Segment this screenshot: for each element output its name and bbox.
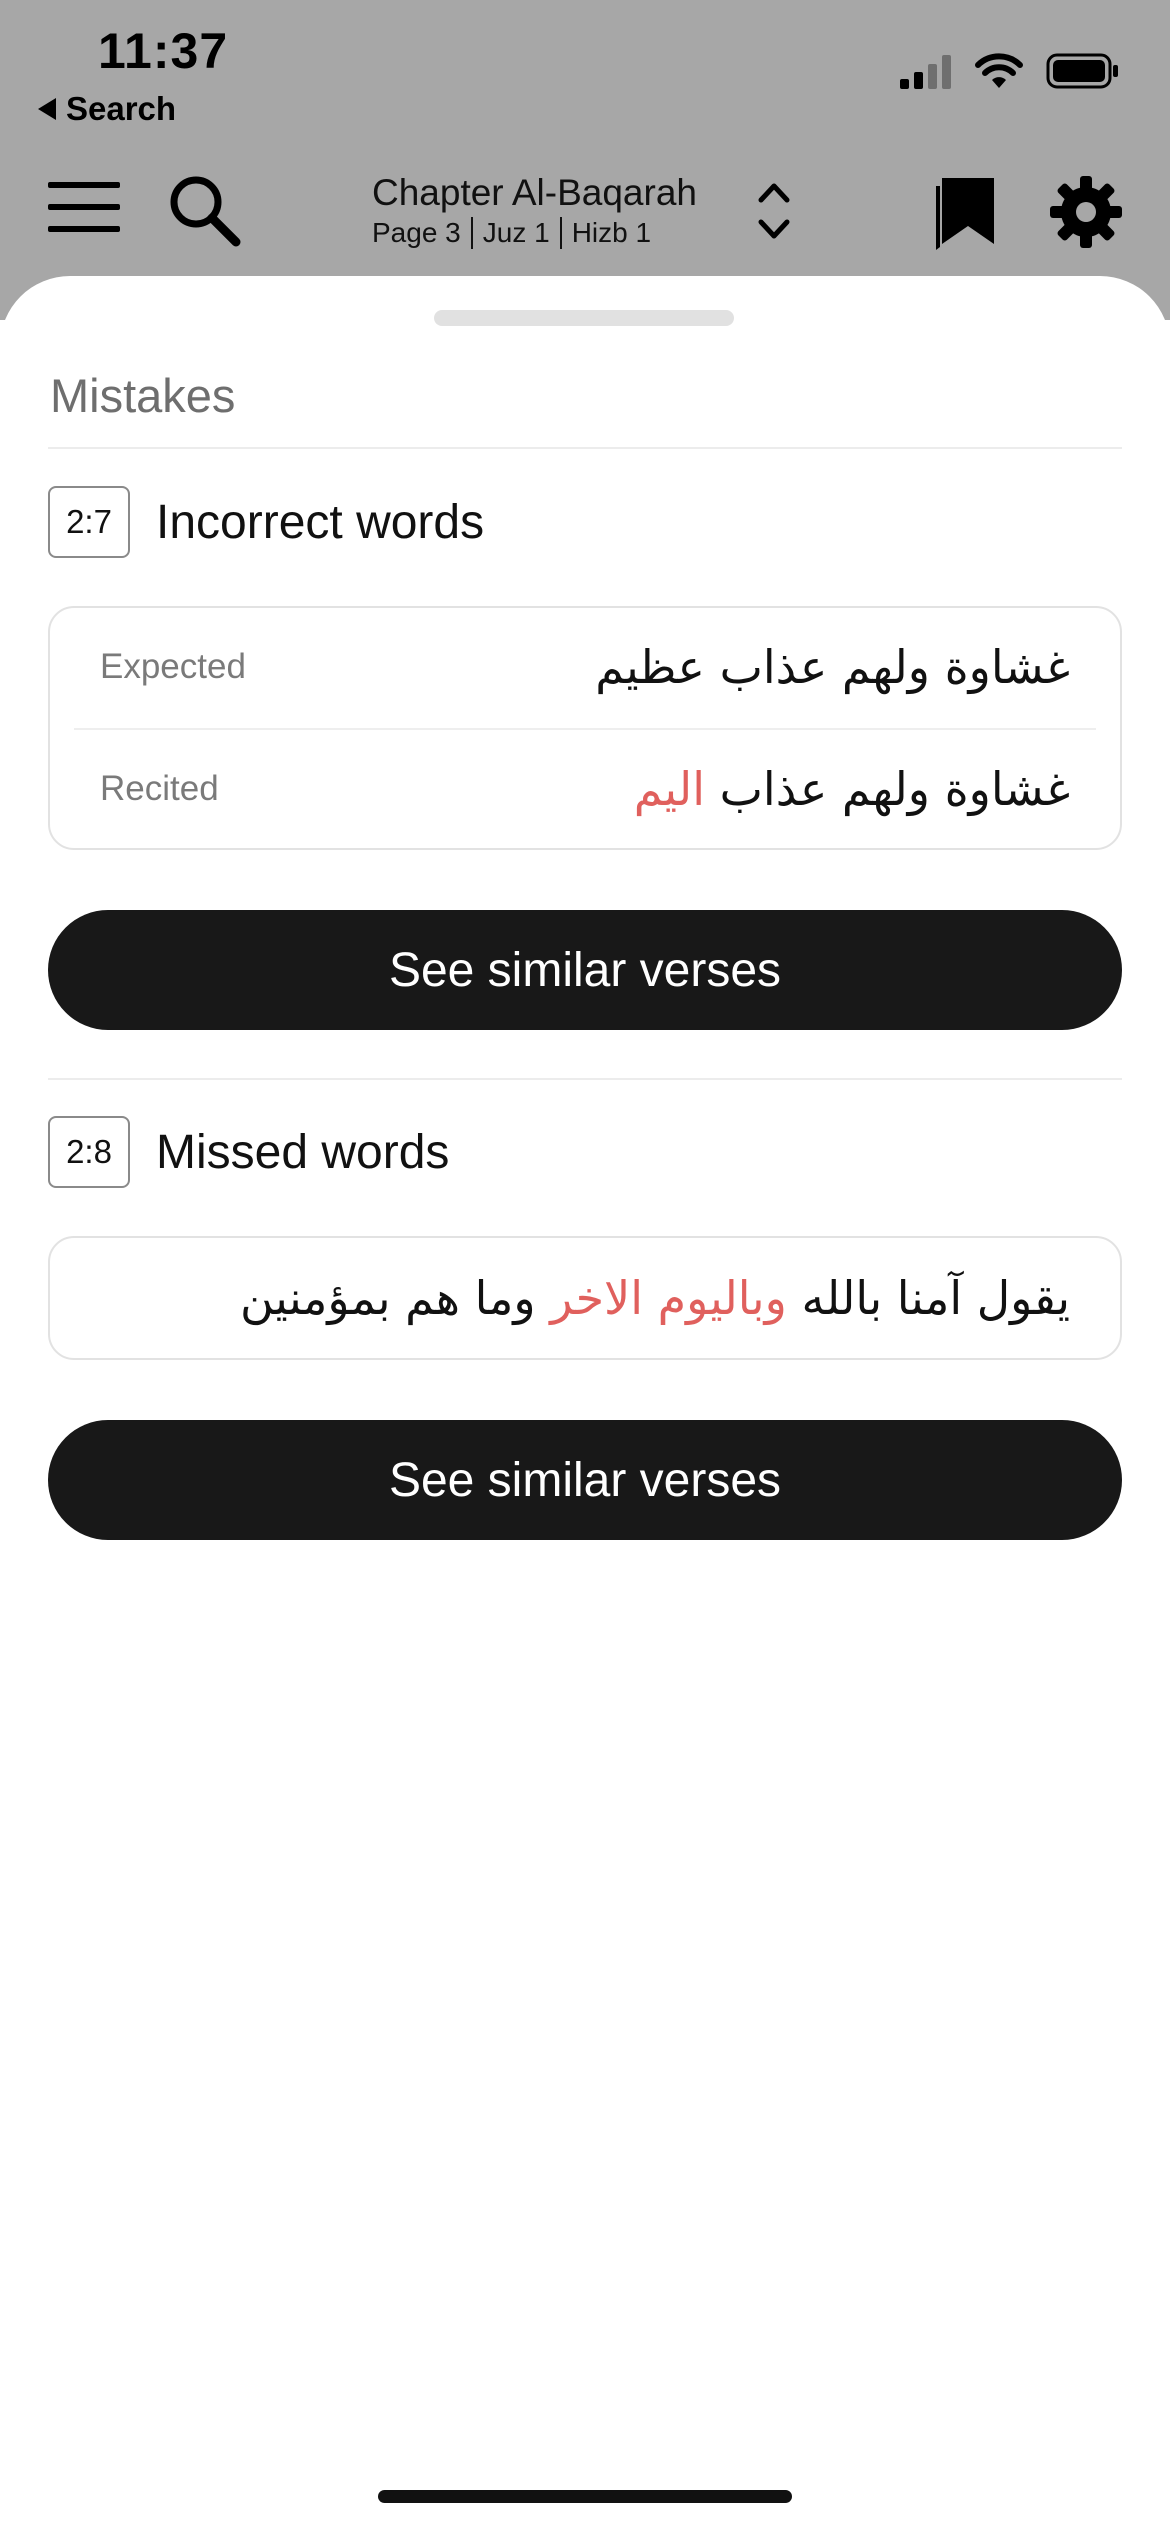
verse-ref-badge: 2:7: [48, 486, 130, 558]
hizb-label: Hizb 1: [571, 217, 652, 248]
chevron-up-down-icon[interactable]: [756, 178, 792, 244]
chapter-location: Page 3 Juz 1 Hizb 1: [372, 216, 697, 250]
home-indicator: [378, 2490, 792, 2503]
signal-icon: [900, 55, 951, 89]
recited-correct-words: غشاوة ولهم عذاب: [719, 762, 1070, 816]
expected-label: Expected: [100, 647, 246, 686]
menu-icon[interactable]: [48, 182, 120, 232]
battery-icon: [1046, 53, 1118, 89]
missed-verse-card: يقول آمنا بالله وباليوم الاخر وما هم بمؤ…: [48, 1236, 1122, 1360]
comparison-card: Expected غشاوة ولهم عذاب عظيم Recited غش…: [48, 606, 1122, 850]
missed-words-header: 2:8 Missed words: [48, 1116, 449, 1188]
incorrect-words-header: 2:7 Incorrect words: [48, 486, 484, 558]
sheet-title: Mistakes: [50, 369, 236, 422]
background-app: 11:37 Search Chapter Al-Baqarah Page 3 J…: [0, 0, 1170, 320]
missed-words-highlight: وباليوم الاخر: [550, 1271, 787, 1325]
expected-row: Expected غشاوة ولهم عذاب عظيم: [50, 608, 1120, 726]
status-time: 11:37: [98, 23, 229, 79]
recited-text: غشاوة ولهم عذاب اليم: [634, 762, 1070, 816]
juz-label: Juz 1: [482, 217, 550, 248]
verse-ref-badge: 2:8: [48, 1116, 130, 1188]
separator: [470, 217, 473, 249]
chapter-title: Chapter Al-Baqarah: [372, 172, 697, 213]
verse-text-after: وما هم بمؤمنين: [239, 1271, 536, 1325]
recited-row: Recited غشاوة ولهم عذاب اليم: [50, 730, 1120, 848]
expected-text: غشاوة ولهم عذاب عظيم: [595, 640, 1070, 694]
divider: [48, 447, 1122, 449]
back-arrow-icon: [38, 98, 56, 120]
back-label: Search: [66, 90, 177, 127]
recited-wrong-word: اليم: [633, 762, 705, 816]
section-title: Incorrect words: [156, 495, 485, 549]
gear-icon[interactable]: [1048, 174, 1124, 250]
see-similar-verses-button[interactable]: See similar verses: [48, 910, 1122, 1030]
divider: [48, 1078, 1122, 1080]
missed-verse-text: يقول آمنا بالله وباليوم الاخر وما هم بمؤ…: [240, 1271, 1070, 1325]
chapter-selector[interactable]: Chapter Al-Baqarah Page 3 Juz 1 Hizb 1: [372, 170, 697, 250]
see-similar-verses-button[interactable]: See similar verses: [48, 1420, 1122, 1540]
search-icon[interactable]: [166, 172, 242, 248]
mistakes-sheet: Mistakes 2:7 Incorrect words Expected غش…: [0, 276, 1170, 2532]
bookmarks-icon[interactable]: [932, 174, 1000, 252]
status-icons: [900, 52, 1120, 90]
verse-text-before: يقول آمنا بالله: [801, 1271, 1070, 1325]
back-to-search-link[interactable]: Search: [38, 90, 176, 128]
section-title: Missed words: [156, 1125, 450, 1179]
wifi-icon: [975, 53, 1023, 88]
recited-label: Recited: [100, 769, 219, 808]
missed-verse-row: يقول آمنا بالله وباليوم الاخر وما هم بمؤ…: [50, 1238, 1120, 1358]
separator: [559, 217, 562, 249]
sheet-grabber[interactable]: [434, 310, 734, 326]
page-label: Page 3: [372, 217, 461, 248]
